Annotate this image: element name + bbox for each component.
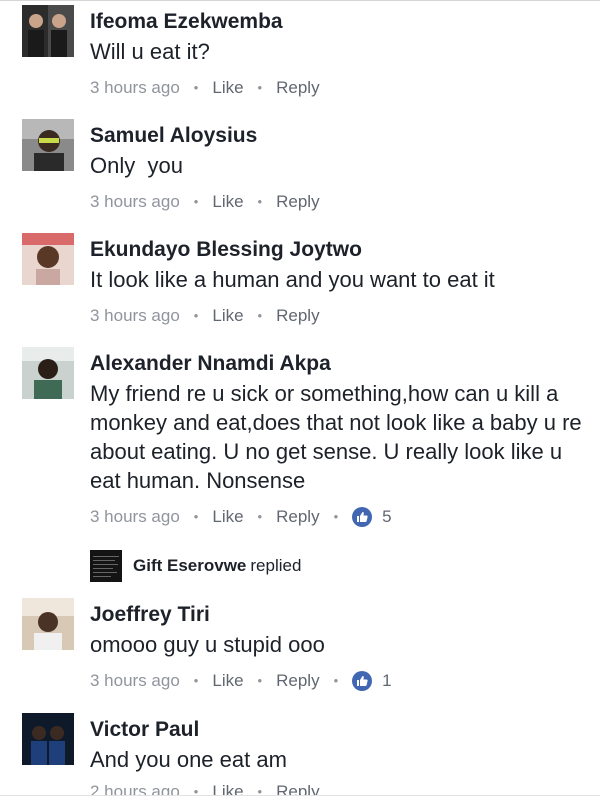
comment-meta: 3 hours ago • Like • Reply	[90, 76, 588, 100]
avatar[interactable]	[22, 119, 74, 171]
reply-button[interactable]: Reply	[276, 505, 319, 529]
comment-text: My friend re u sick or something,how can…	[90, 381, 582, 493]
comment-meta: 3 hours ago • Like • Reply	[90, 304, 588, 328]
separator-dot: •	[193, 673, 199, 688]
avatar[interactable]	[22, 233, 74, 285]
reaction-count[interactable]: 5	[352, 505, 392, 529]
replied-label: replied	[250, 556, 302, 575]
comments-feed: Ifeoma Ezekwemba Will u eat it? 3 hours …	[0, 0, 600, 804]
comment-text: And you one eat am	[90, 747, 287, 772]
commenter-name[interactable]: Joeffrey Tiri	[90, 602, 588, 628]
commenter-name[interactable]: Victor Paul	[90, 717, 588, 743]
commenter-name[interactable]: Ifeoma Ezekwemba	[90, 9, 588, 35]
separator-dot: •	[257, 509, 263, 524]
avatar	[90, 550, 122, 582]
commenter-name[interactable]: Samuel Aloysius	[90, 123, 588, 149]
comment-timestamp: 3 hours ago	[90, 78, 180, 97]
reply-button[interactable]: Reply	[276, 669, 319, 693]
reply-button[interactable]: Reply	[276, 190, 319, 214]
replier-name[interactable]: Gift Eserovwe	[133, 556, 246, 576]
comment-meta: 3 hours ago • Like • Reply • 5	[90, 505, 588, 529]
comment-timestamp: 3 hours ago	[90, 671, 180, 690]
divider	[0, 0, 600, 1]
reply-button[interactable]: Reply	[276, 76, 319, 100]
like-button[interactable]: Like	[212, 669, 243, 693]
divider	[0, 795, 600, 804]
like-count: 5	[382, 507, 392, 526]
separator-dot: •	[257, 80, 263, 95]
like-button[interactable]: Like	[212, 304, 243, 328]
avatar[interactable]	[22, 5, 74, 57]
separator-dot: •	[333, 673, 339, 688]
thumbs-up-icon	[352, 507, 373, 527]
separator-dot: •	[257, 308, 263, 323]
like-button[interactable]: Like	[212, 190, 243, 214]
separator-dot: •	[333, 509, 339, 524]
commenter-name[interactable]: Ekundayo Blessing Joytwo	[90, 237, 588, 263]
separator-dot: •	[193, 308, 199, 323]
avatar[interactable]	[22, 598, 74, 650]
commenter-name[interactable]: Alexander Nnamdi Akpa	[90, 351, 588, 377]
separator-dot: •	[257, 673, 263, 688]
like-button[interactable]: Like	[212, 505, 243, 529]
comment-text: Only you	[90, 153, 183, 178]
avatar[interactable]	[22, 347, 74, 399]
reply-button[interactable]: Reply	[276, 304, 319, 328]
separator-dot: •	[193, 509, 199, 524]
thumbs-up-icon	[352, 671, 373, 691]
comment-text: omooo guy u stupid ooo	[90, 632, 325, 657]
comment-meta: 3 hours ago • Like • Reply • 1	[90, 669, 588, 693]
separator-dot: •	[193, 80, 199, 95]
like-count: 1	[382, 671, 392, 690]
avatar[interactable]	[22, 713, 74, 765]
like-button[interactable]: Like	[212, 76, 243, 100]
separator-dot: •	[193, 194, 199, 209]
comment-timestamp: 3 hours ago	[90, 306, 180, 325]
comment-timestamp: 3 hours ago	[90, 192, 180, 211]
comment-text: It look like a human and you want to eat…	[90, 267, 495, 292]
comment-text: Will u eat it?	[90, 39, 210, 64]
comment-timestamp: 3 hours ago	[90, 507, 180, 526]
replies-link[interactable]: Gift Eserovwe replied	[90, 550, 301, 582]
separator-dot: •	[257, 194, 263, 209]
reaction-count[interactable]: 1	[352, 669, 392, 693]
comment-meta: 3 hours ago • Like • Reply	[90, 190, 588, 214]
